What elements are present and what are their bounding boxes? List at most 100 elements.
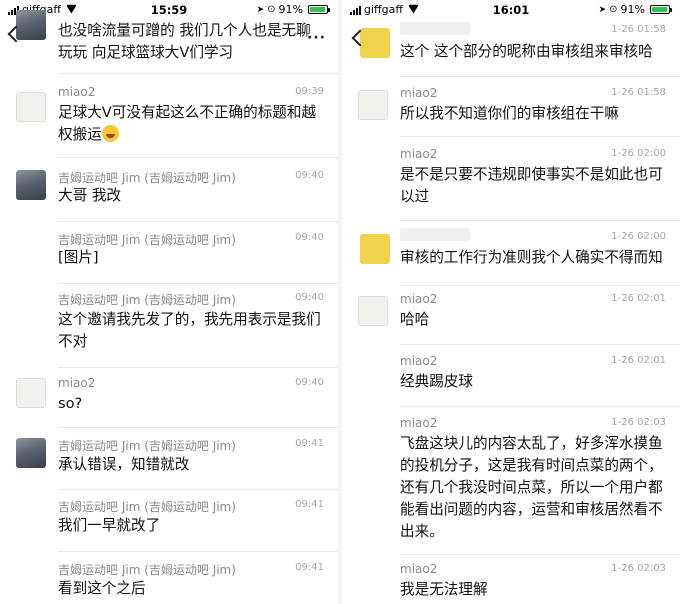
message-time: 1-26 02:00 bbox=[611, 148, 666, 159]
left-chat-screen: giffgaff 15:59 ➤ ⊙ 91% ··· 也没啥流量可蹭的 我们几个… bbox=[0, 0, 338, 604]
status-bar: giffgaff 15:59 ➤ ⊙ 91% bbox=[0, 0, 338, 20]
message-item[interactable]: 也没啥流量可蹭的 我们几个人也是无聊玩玩 向足球篮球大V们学习 bbox=[0, 10, 338, 74]
divider bbox=[58, 283, 338, 284]
divider bbox=[400, 76, 680, 77]
sender-name: miao2 bbox=[400, 86, 438, 100]
message-text: 大哥 我改 bbox=[58, 187, 122, 204]
divider bbox=[58, 367, 338, 368]
message-text: 所以我不知道你们的审核组在干嘛 bbox=[400, 105, 619, 122]
divider bbox=[400, 220, 680, 221]
message-time: 09:41 bbox=[295, 438, 324, 449]
message-time: 09:40 bbox=[295, 232, 324, 243]
message-item[interactable]: 吉姆运动吧 Jim (吉姆运动吧 Jim) 09:40 大哥 我改 bbox=[0, 167, 338, 222]
message-time: 09:39 bbox=[295, 86, 324, 97]
message-text: so? bbox=[58, 395, 83, 412]
sender-name: miao2 bbox=[400, 292, 438, 306]
message-item[interactable]: miao2 09:40 so? bbox=[0, 374, 338, 428]
message-item[interactable]: 吉姆运动吧 Jim (吉姆运动吧 Jim) 09:40 [图片] bbox=[0, 231, 338, 284]
divider bbox=[400, 406, 680, 407]
right-chat-screen: giffgaff 16:01 ➤ ⊙ 91% 1-26 01:58 这个 这个部… bbox=[342, 0, 680, 604]
divider bbox=[58, 73, 338, 74]
divider bbox=[400, 136, 680, 137]
divider bbox=[58, 157, 338, 158]
sender-name: 吉姆运动吧 Jim (吉姆运动吧 Jim) bbox=[58, 500, 236, 514]
message-text: 是不是只要不违规即使事实不是如此也可以过 bbox=[400, 166, 663, 205]
message-item[interactable]: miao2 1-26 02:00 是不是只要不违规即使事实不是如此也可以过 bbox=[342, 145, 680, 221]
message-time: 09:40 bbox=[295, 377, 324, 388]
message-time: 1-26 02:00 bbox=[611, 231, 666, 242]
avatar[interactable] bbox=[358, 296, 388, 326]
location-icon: ➤ bbox=[598, 4, 607, 15]
message-item[interactable]: 吉姆运动吧 Jim (吉姆运动吧 Jim) 09:41 承认错误，知错就改 bbox=[0, 435, 338, 490]
divider bbox=[58, 221, 338, 222]
message-item[interactable]: miao2 1-26 02:01 经典踢皮球 bbox=[342, 352, 680, 407]
message-item[interactable]: 1-26 02:00 审核的工作行为准则我个人确实不得而知 bbox=[342, 228, 680, 286]
avatar[interactable] bbox=[16, 92, 46, 122]
message-item[interactable]: 吉姆运动吧 Jim (吉姆运动吧 Jim) 09:41 看到这个之后 bbox=[0, 560, 338, 604]
sender-name: 吉姆运动吧 Jim (吉姆运动吧 Jim) bbox=[58, 563, 236, 577]
avatar[interactable] bbox=[358, 90, 388, 120]
sender-name: miao2 bbox=[58, 376, 96, 390]
more-options-icon[interactable]: ··· bbox=[307, 30, 326, 46]
message-item[interactable]: miao2 09:39 足球大V可没有起这么不正确的标题和越权搬运 bbox=[0, 82, 338, 158]
avatar[interactable] bbox=[360, 234, 390, 264]
status-bar: giffgaff 16:01 ➤ ⊙ 91% bbox=[342, 0, 680, 20]
sender-name: 吉姆运动吧 Jim (吉姆运动吧 Jim) bbox=[58, 439, 236, 453]
sender-name: miao2 bbox=[400, 147, 438, 161]
avatar[interactable] bbox=[16, 378, 46, 408]
message-item[interactable]: 1-26 01:58 这个 这个部分的昵称由审核组来审核哈 bbox=[342, 22, 680, 77]
divider bbox=[58, 489, 338, 490]
message-text: 看到这个之后 bbox=[58, 580, 146, 597]
battery-icon bbox=[308, 5, 330, 14]
battery-percent: 91% bbox=[278, 3, 303, 16]
message-item[interactable]: 吉姆运动吧 Jim (吉姆运动吧 Jim) 09:41 我们一早就改了 bbox=[0, 497, 338, 552]
message-text: 经典踢皮球 bbox=[400, 373, 473, 390]
battery-percent: 91% bbox=[620, 3, 645, 16]
sender-name: miao2 bbox=[400, 562, 438, 576]
sender-name: miao2 bbox=[400, 354, 438, 368]
message-text: 承认错误，知错就改 bbox=[58, 456, 190, 473]
message-time: 1-26 02:03 bbox=[611, 417, 666, 428]
divider bbox=[400, 344, 680, 345]
sender-name: 吉姆运动吧 Jim (吉姆运动吧 Jim) bbox=[58, 293, 236, 307]
message-time: 09:40 bbox=[295, 292, 324, 303]
avatar[interactable] bbox=[16, 170, 46, 200]
redacted-name bbox=[400, 22, 470, 35]
avatar[interactable] bbox=[360, 28, 390, 58]
sender-name: miao2 bbox=[58, 85, 96, 99]
message-time: 1-26 01:58 bbox=[611, 24, 666, 35]
message-item[interactable]: miao2 1-26 02:03 我是无法理解 bbox=[342, 560, 680, 604]
message-time: 1-26 02:01 bbox=[611, 355, 666, 366]
message-text: 我们一早就改了 bbox=[58, 517, 161, 534]
divider bbox=[400, 285, 680, 286]
message-time: 09:41 bbox=[295, 562, 324, 573]
battery-icon bbox=[650, 5, 672, 14]
message-text[interactable]: [图片] bbox=[58, 247, 324, 269]
divider bbox=[400, 554, 680, 555]
message-item[interactable]: miao2 1-26 02:03 飞盘这块儿的内容太乱了，好多浑水摸鱼的投机分子… bbox=[342, 414, 680, 555]
message-text: 也没啥流量可蹭的 我们几个人也是无聊玩玩 向足球篮球大V们学习 bbox=[58, 22, 311, 61]
message-time: 1-26 02:01 bbox=[611, 293, 666, 304]
message-text: 足球大V可没有起这么不正确的标题和越权搬运 bbox=[58, 104, 317, 143]
message-time: 09:40 bbox=[295, 170, 324, 181]
message-text: 这个邀请我先发了的，我先用表示是我们不对 bbox=[58, 311, 321, 350]
location-icon: ➤ bbox=[256, 4, 265, 15]
message-time: 1-26 01:58 bbox=[611, 87, 666, 98]
divider bbox=[58, 427, 338, 428]
message-item[interactable]: miao2 1-26 01:58 所以我不知道你们的审核组在干嘛 bbox=[342, 84, 680, 137]
message-item[interactable]: 吉姆运动吧 Jim (吉姆运动吧 Jim) 09:40 这个邀请我先发了的，我先… bbox=[0, 291, 338, 368]
alarm-icon: ⊙ bbox=[609, 4, 618, 15]
divider bbox=[58, 551, 338, 552]
message-text: 哈哈 bbox=[400, 311, 430, 328]
redacted-name bbox=[400, 228, 470, 241]
sender-name: miao2 bbox=[400, 416, 438, 430]
message-text: 这个 这个部分的昵称由审核组来审核哈 bbox=[400, 43, 653, 60]
sender-name: 吉姆运动吧 Jim (吉姆运动吧 Jim) bbox=[58, 233, 236, 247]
message-time: 1-26 02:03 bbox=[611, 563, 666, 574]
sweat-smile-icon bbox=[101, 125, 119, 142]
message-text: 飞盘这块儿的内容太乱了，好多浑水摸鱼的投机分子，这是我有时间点菜的两个，还有几个… bbox=[400, 435, 663, 540]
message-item[interactable]: miao2 1-26 02:01 哈哈 bbox=[342, 290, 680, 345]
sender-name: 吉姆运动吧 Jim (吉姆运动吧 Jim) bbox=[58, 171, 236, 185]
message-text: 我是无法理解 bbox=[400, 581, 488, 598]
avatar[interactable] bbox=[16, 438, 46, 468]
